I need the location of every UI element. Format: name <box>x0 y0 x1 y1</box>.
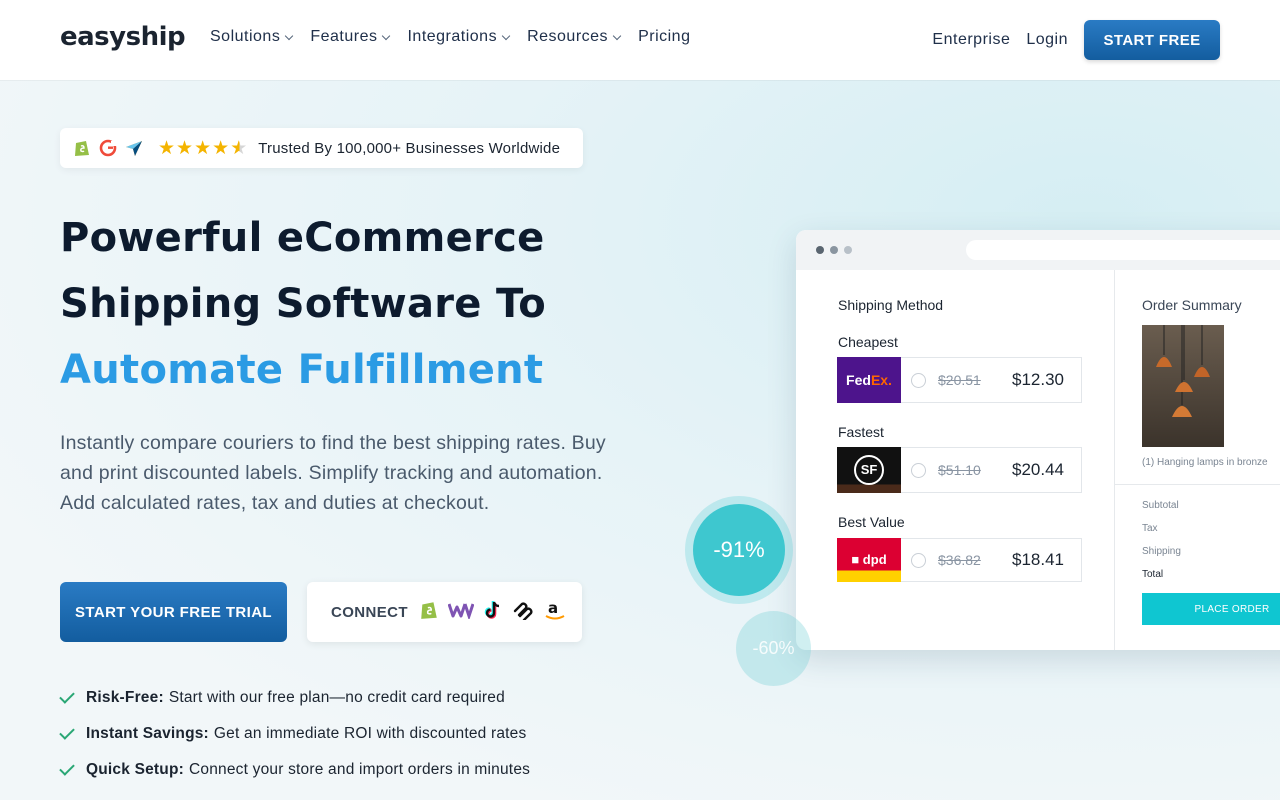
product-image <box>1142 325 1224 447</box>
connect-label: CONNECT <box>331 603 408 621</box>
product-caption: (1) Hanging lamps in bronze <box>1142 457 1268 468</box>
bullet-title: Instant Savings: <box>86 725 209 742</box>
shopify-icon <box>420 600 438 625</box>
bullet-title: Quick Setup: <box>86 761 184 778</box>
rate-option[interactable]: SF $51.10 $20.44 <box>837 446 1082 493</box>
menu-label: Features <box>310 28 378 45</box>
check-icon <box>59 688 75 704</box>
hero-description: Instantly compare couriers to find the b… <box>60 432 606 514</box>
bullet-text: Get an immediate ROI with discounted rat… <box>213 725 527 742</box>
radio-button[interactable] <box>911 372 926 388</box>
start-free-button[interactable]: START FREE <box>1084 20 1220 60</box>
login-link[interactable]: Login <box>1026 31 1068 49</box>
total-label: Total <box>1142 569 1164 580</box>
title-line-2: Shipping Software To <box>60 281 546 327</box>
list-item: Quick Setup: Connect your store and impor… <box>59 752 531 788</box>
menu-label: Integrations <box>407 28 498 45</box>
star-icon: ★ <box>176 137 194 159</box>
fedex-logo: Fed Ex. <box>837 356 901 403</box>
star-icon: ★ <box>212 137 230 159</box>
capterra-icon <box>124 138 144 158</box>
check-icon <box>59 760 75 776</box>
amazon-icon: a <box>544 599 566 626</box>
checkout-mockup: Shipping Method Cheapest Fed Ex. $20.51 $… <box>796 230 1280 650</box>
woocommerce-icon <box>447 601 475 624</box>
list-item: Risk-Free: Start with our free plan—no cr… <box>59 680 530 716</box>
rate-option[interactable]: Fed Ex. $20.51 $12.30 <box>837 356 1082 403</box>
order-summary-title: Order Summary <box>1142 297 1242 313</box>
tax-label: Tax <box>1142 523 1158 534</box>
trust-badge: ★ ★ ★ ★ ★ Trusted By 100,000+ Businesses… <box>60 128 583 168</box>
rate-category: Fastest <box>838 424 884 440</box>
chevron-down-icon <box>382 31 391 40</box>
svg-text:a: a <box>548 599 558 617</box>
start-free-trial-button[interactable]: START YOUR FREE TRIAL <box>60 582 287 642</box>
list-item: Instant Savings: Get an immediate ROI wit… <box>59 716 530 752</box>
browser-bar <box>796 230 1280 270</box>
title-line-3: Automate Fulfillment <box>60 347 544 393</box>
sf-express-logo: SF <box>837 446 901 493</box>
rating-stars: ★ ★ ★ ★ ★ <box>158 139 248 158</box>
shopify-icon <box>72 138 92 158</box>
menu-item-solutions[interactable]: Solutions <box>210 28 294 46</box>
chevron-down-icon <box>612 31 622 40</box>
menu-item-pricing[interactable]: Pricing <box>638 28 690 46</box>
subtotal-label: Subtotal <box>1142 500 1179 511</box>
menu-item-features[interactable]: Features <box>310 28 391 46</box>
main-menu: Solutions Features Integrations Resource… <box>210 28 690 46</box>
chevron-down-icon <box>501 31 511 40</box>
summary-divider <box>1114 484 1280 485</box>
place-order-button[interactable]: PLACE ORDER <box>1142 593 1280 625</box>
column-divider <box>1114 270 1115 650</box>
title-line-1: Powerful eCommerce <box>60 215 545 261</box>
menu-label: Solutions <box>210 28 281 45</box>
chevron-down-icon <box>285 31 294 40</box>
menu-label: Resources <box>527 28 609 45</box>
star-icon: ★ <box>194 137 212 159</box>
shipping-method-title: Shipping Method <box>838 297 944 313</box>
top-navigation: easyship Solutions Features Integrations… <box>0 0 1280 80</box>
old-price: $51.10 <box>938 462 981 478</box>
rate-category: Best Value <box>838 514 905 530</box>
dpd-logo: ■ dpd <box>837 537 901 582</box>
address-bar <box>966 240 1280 260</box>
new-price: $12.30 <box>1012 370 1064 389</box>
menu-label: Pricing <box>638 28 691 45</box>
shipping-label: Shipping <box>1142 546 1181 557</box>
menu-item-resources[interactable]: Resources <box>527 28 622 46</box>
nav-actions: Enterprise Login START FREE <box>932 20 1220 60</box>
g2-icon <box>98 138 118 158</box>
rate-category: Cheapest <box>838 334 898 350</box>
bullet-title: Risk-Free: <box>86 689 164 706</box>
window-dot <box>830 246 838 254</box>
discount-badge: -91% <box>693 504 785 596</box>
connect-button[interactable]: CONNECT a <box>307 582 582 642</box>
tiktok-icon <box>484 600 502 625</box>
enterprise-link[interactable]: Enterprise <box>932 31 1010 49</box>
page-title: Powerful eCommerce Shipping Software To … <box>60 205 546 403</box>
easyship-logo[interactable]: easyship <box>60 22 186 52</box>
new-price: $18.41 <box>1012 550 1064 569</box>
rate-option[interactable]: ■ dpd $36.82 $18.41 <box>837 537 1082 582</box>
window-dot <box>844 246 852 254</box>
trust-text: Trusted By 100,000+ Businesses Worldwide <box>258 139 561 157</box>
discount-badge-small: -60% <box>736 611 811 686</box>
radio-button[interactable] <box>911 462 926 478</box>
star-icon: ★ <box>158 137 176 159</box>
bullet-text: Connect your store and import orders in … <box>189 761 531 778</box>
squarespace-icon <box>512 600 534 625</box>
check-icon <box>59 724 75 740</box>
old-price: $20.51 <box>938 372 981 388</box>
half-star-icon: ★ <box>230 137 248 159</box>
radio-button[interactable] <box>911 552 926 568</box>
bullet-text: Start with our free plan—no credit card … <box>168 689 505 706</box>
benefits-list: Risk-Free: Start with our free plan—no cr… <box>59 680 531 788</box>
new-price: $20.44 <box>1012 460 1064 479</box>
menu-item-integrations[interactable]: Integrations <box>407 28 511 46</box>
old-price: $36.82 <box>938 552 981 568</box>
window-dot <box>816 246 824 254</box>
